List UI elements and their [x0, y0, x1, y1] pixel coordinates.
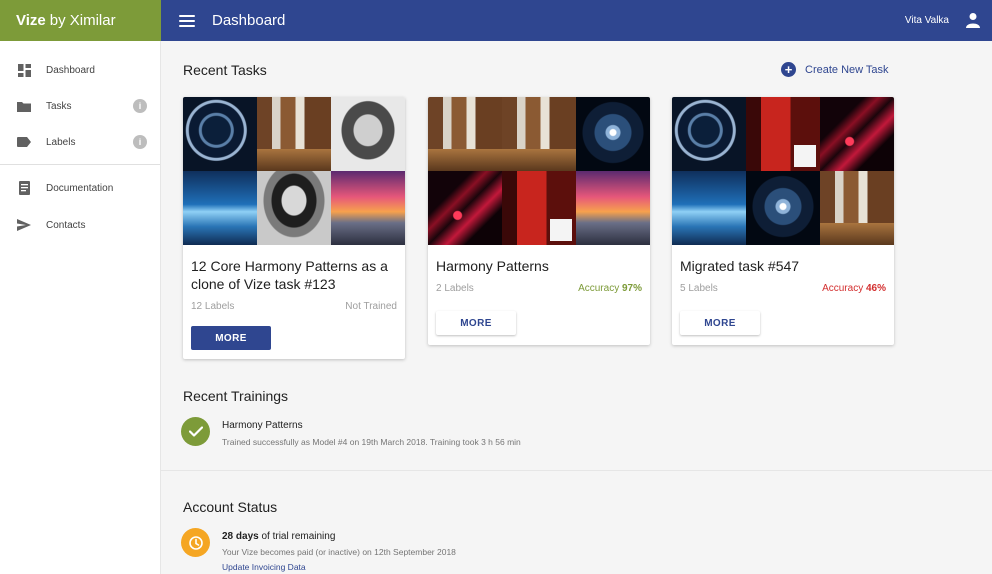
thumbnail-image — [257, 97, 331, 171]
recent-trainings-heading: Recent Trainings — [183, 388, 289, 404]
accuracy-label: Accuracy — [822, 283, 864, 294]
thumbnail-image — [746, 97, 820, 171]
sidebar-item-label: Tasks — [46, 100, 72, 112]
training-status: Not Trained — [345, 301, 397, 312]
user-name[interactable]: Vita Valka — [905, 15, 949, 26]
trial-remaining: 28 days of trial remaining — [222, 531, 335, 542]
accuracy-label: Accuracy — [578, 283, 620, 294]
task-meta: 12 Labels Not Trained — [191, 301, 397, 315]
info-icon[interactable]: i — [133, 135, 147, 149]
hamburger-menu-icon[interactable] — [179, 14, 195, 27]
brand-suffix: by Ximilar — [49, 12, 116, 29]
thumbnail-image — [576, 171, 650, 245]
brand-logo[interactable]: Vize by Ximilar — [0, 0, 161, 41]
dashboard-icon — [16, 63, 32, 77]
accuracy-value: 46% — [865, 283, 886, 294]
trial-note: Your Vize becomes paid (or inactive) on … — [222, 547, 456, 557]
label-count: 2 Labels — [436, 283, 474, 294]
task-title: 12 Core Harmony Patterns as a clone of V… — [191, 258, 388, 292]
task-meta: 2 Labels Accuracy 97% — [436, 283, 642, 297]
accuracy-badge: Accuracy 46% — [822, 283, 886, 294]
task-card[interactable]: Migrated task #547 5 Labels Accuracy 46%… — [672, 97, 894, 345]
send-icon — [16, 218, 32, 232]
check-icon — [181, 417, 210, 446]
label-icon — [16, 135, 32, 149]
recent-tasks-heading: Recent Tasks — [183, 62, 267, 78]
thumbnail-image — [820, 97, 894, 171]
label-count: 12 Labels — [191, 301, 235, 312]
accuracy-badge: Accuracy 97% — [578, 283, 642, 294]
update-invoicing-link[interactable]: Update Invoicing Data — [222, 562, 306, 572]
task-thumbnail-mosaic — [183, 97, 405, 245]
thumbnail-image — [672, 97, 746, 171]
thumbnail-image — [502, 97, 576, 171]
task-title: Harmony Patterns — [436, 258, 549, 274]
task-title: Migrated task #547 — [680, 258, 800, 274]
thumbnail-image — [820, 171, 894, 245]
thumbnail-image — [257, 171, 331, 245]
more-button[interactable]: MORE — [680, 311, 760, 335]
accuracy-value: 97% — [621, 283, 642, 294]
page-title: Dashboard — [212, 12, 286, 29]
task-card[interactable]: Harmony Patterns 2 Labels Accuracy 97% M… — [428, 97, 650, 345]
label-count: 5 Labels — [680, 283, 718, 294]
sidebar-item-label: Labels — [46, 136, 76, 148]
trial-days: 28 days — [222, 531, 259, 542]
warning-clock-icon — [181, 528, 210, 557]
training-name[interactable]: Harmony Patterns — [222, 420, 303, 431]
trial-days-suffix: of trial remaining — [261, 531, 336, 542]
task-thumbnail-mosaic — [672, 97, 894, 245]
thumbnail-image — [502, 171, 576, 245]
sidebar: Dashboard Tasks i Labels i Documentation… — [0, 41, 161, 574]
add-circle-icon: + — [781, 62, 796, 77]
thumbnail-image — [672, 171, 746, 245]
thumbnail-image — [428, 97, 502, 171]
thumbnail-image — [746, 171, 820, 245]
brand-name: Vize — [16, 12, 46, 29]
account-status-heading: Account Status — [183, 499, 278, 515]
sidebar-item-labels[interactable]: Labels i — [0, 128, 160, 156]
sidebar-item-label: Contacts — [46, 219, 86, 231]
sidebar-item-tasks[interactable]: Tasks i — [0, 92, 160, 120]
sidebar-divider — [0, 164, 160, 165]
folder-icon — [16, 99, 32, 113]
create-new-task-label: Create New Task — [805, 63, 889, 76]
document-icon — [16, 181, 32, 195]
sidebar-item-dashboard[interactable]: Dashboard — [0, 56, 160, 84]
section-divider — [161, 470, 992, 471]
thumbnail-image — [183, 97, 257, 171]
thumbnail-image — [576, 97, 650, 171]
user-icon[interactable] — [966, 12, 980, 28]
sidebar-item-documentation[interactable]: Documentation — [0, 174, 160, 202]
thumbnail-image — [331, 97, 405, 171]
task-thumbnail-mosaic — [428, 97, 650, 245]
sidebar-item-label: Documentation — [46, 182, 114, 194]
thumbnail-image — [183, 171, 257, 245]
thumbnail-image — [331, 171, 405, 245]
more-button[interactable]: MORE — [436, 311, 516, 335]
more-button[interactable]: MORE — [191, 326, 271, 350]
task-meta: 5 Labels Accuracy 46% — [680, 283, 886, 297]
sidebar-item-contacts[interactable]: Contacts — [0, 211, 160, 239]
training-description: Trained successfully as Model #4 on 19th… — [222, 437, 521, 447]
info-icon[interactable]: i — [133, 99, 147, 113]
create-new-task-button[interactable]: + Create New Task — [781, 62, 889, 77]
thumbnail-image — [428, 171, 502, 245]
top-bar: Dashboard Vita Valka — [161, 0, 992, 41]
task-card[interactable]: 12 Core Harmony Patterns as a clone of V… — [183, 97, 405, 359]
sidebar-item-label: Dashboard — [46, 64, 95, 76]
